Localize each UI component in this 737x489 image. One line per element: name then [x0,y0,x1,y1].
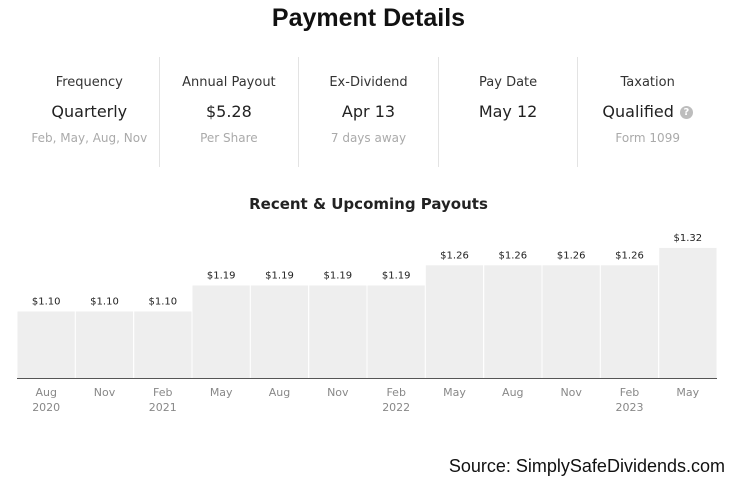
stat-value: $5.28 [205,102,252,121]
x-tick-label: Aug 2020 [32,386,60,414]
x-tick-label: Nov [560,386,582,399]
x-tick-label: Aug [269,386,290,399]
source-credit: Source: SimplySafeDividends.com [448,456,725,476]
stat-ex-dividend: Ex-Dividend Apr 13 7 days away [299,57,439,167]
stat-value: Quarterly [51,102,128,121]
x-tick-label: May [443,386,466,399]
stat-label: Annual Payout [182,75,276,90]
stat-sub: 7 days away [330,131,407,145]
payment-stats: Frequency Quarterly Feb, May, Aug, Nov A… [20,57,717,167]
bar [484,265,542,378]
stat-annual-payout: Annual Payout $5.28 Per Share [160,57,300,167]
stat-pay-date: Pay Date May 12 [439,57,579,167]
bar [17,311,75,378]
bar-value-label: $1.32 [673,233,702,244]
stat-label: Taxation [620,75,675,90]
bar [134,311,192,378]
stat-sub: Per Share [200,131,258,145]
bar [600,265,659,378]
bar-value-label: $1.19 [382,271,411,282]
bar-value-label: $1.10 [32,297,61,308]
bar-value-label: $1.26 [557,250,586,261]
bar-value-label: $1.19 [323,271,352,282]
payout-bar-chart: $1.10 Aug 2020 $1.10 Nov $1.10 Feb 2021 $1.19 May… [17,233,717,414]
bar [250,285,309,378]
bar [659,247,717,378]
help-icon[interactable]: ? [679,106,693,119]
stat-label: Ex-Dividend [329,75,408,90]
stat-value: Apr 13 [341,102,396,121]
bar-value-label: $1.10 [90,297,119,308]
x-tick-label: Nov [94,386,116,399]
stat-value: Qualified? [578,102,717,124]
bar-value-label: $1.26 [615,250,644,261]
x-tick-label: Nov [327,386,349,399]
x-tick-label: Feb 2023 [616,386,644,414]
bar [192,285,250,378]
stat-sub [439,131,578,147]
stat-value-text: Qualified [602,102,674,121]
x-tick-label: Aug [502,386,523,399]
x-tick-label: Feb 2021 [149,386,177,414]
stat-taxation: Taxation Qualified? Form 1099 [578,57,717,167]
bar [75,311,134,378]
page-title: Payment Details [271,4,466,32]
bar-value-label: $1.10 [148,297,177,308]
bar-value-label: $1.26 [440,250,469,261]
bar-value-label: $1.19 [207,271,236,282]
bar-value-label: $1.19 [265,271,294,282]
stat-sub: Form 1099 [615,131,680,145]
x-tick-label: May [676,386,699,399]
x-tick-label: Feb 2022 [382,386,410,414]
bar [309,285,367,378]
x-tick-label: May [210,386,233,399]
bar [367,285,425,378]
stat-label: Pay Date [479,75,538,90]
stat-value: May 12 [478,102,538,121]
stat-frequency: Frequency Quarterly Feb, May, Aug, Nov [20,57,160,167]
stat-label: Frequency [55,75,123,90]
chart-title: Recent & Upcoming Payouts [249,195,488,213]
bar-value-label: $1.26 [498,250,527,261]
bar [542,265,600,378]
bar [425,265,484,378]
stat-sub: Feb, May, Aug, Nov [31,131,148,145]
